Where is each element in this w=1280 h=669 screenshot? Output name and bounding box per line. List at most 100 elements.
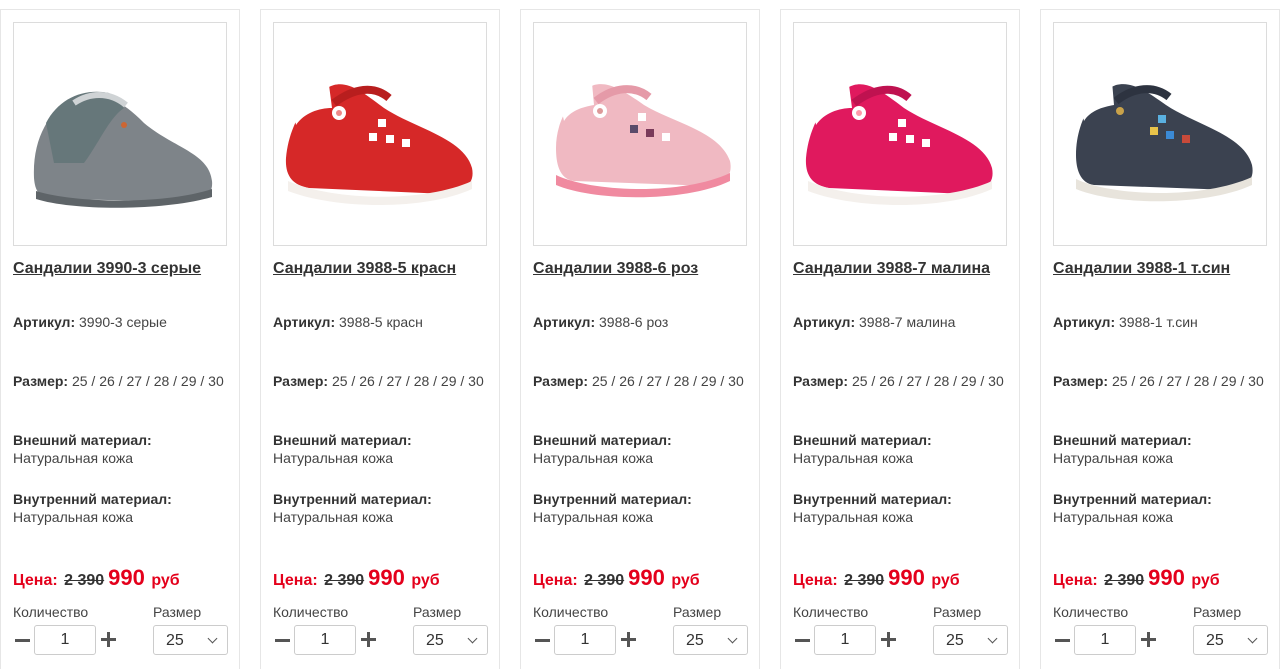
product-title-link[interactable]: Сандалии 3988-5 красн: [273, 260, 493, 278]
article-field: Артикул: 3988-6 роз: [533, 314, 669, 330]
product-card: Сандалии 3990-3 серые Артикул: 3990-3 се…: [0, 9, 240, 669]
article-field: Артикул: 3988-7 малина: [793, 314, 956, 330]
size-select[interactable]: 25: [673, 625, 748, 655]
size-select[interactable]: 25: [1193, 625, 1268, 655]
new-price: 990: [1148, 565, 1185, 590]
price: Цена: 2 390 990 руб: [273, 565, 440, 590]
quantity-input[interactable]: [34, 625, 96, 655]
navy-sandal-image[interactable]: [1053, 22, 1267, 246]
minus-icon[interactable]: [13, 630, 33, 650]
sizes-value: 25 / 26 / 27 / 28 / 29 / 30: [331, 373, 484, 389]
quantity-input[interactable]: [814, 625, 876, 655]
sizes-field: Размер: 25 / 26 / 27 / 28 / 29 / 30: [533, 373, 744, 389]
grey-sandal-image[interactable]: [13, 22, 227, 246]
minus-icon[interactable]: [1053, 630, 1073, 650]
inner-material-field: Внутренний материал: Натуральная кожа: [1053, 491, 1212, 525]
red-sandal-image[interactable]: [273, 22, 487, 246]
outer-material-field: Внешний материал: Натуральная кожа: [533, 432, 672, 466]
quantity-label: Количество: [1053, 604, 1129, 620]
quantity-label: Количество: [13, 604, 89, 620]
outer-material-field: Внешний материал: Натуральная кожа: [793, 432, 932, 466]
chevron-down-icon: [727, 633, 738, 644]
article-value: 3988-6 роз: [599, 314, 669, 330]
size-label: Размер: [413, 604, 462, 620]
product-title-link[interactable]: Сандалии 3988-6 роз: [533, 260, 753, 278]
inner-material-value: Натуральная кожа: [1053, 509, 1174, 525]
sizes-field: Размер: 25 / 26 / 27 / 28 / 29 / 30: [793, 373, 1004, 389]
size-select[interactable]: 25: [413, 625, 488, 655]
inner-material-field: Внутренний материал: Натуральная кожа: [793, 491, 952, 525]
product-title-link[interactable]: Сандалии 3988-7 малина: [793, 260, 1013, 278]
currency: руб: [151, 572, 180, 589]
quantity-input[interactable]: [554, 625, 616, 655]
inner-material-value: Натуральная кожа: [793, 509, 914, 525]
raspberry-sandal-image[interactable]: [793, 22, 1007, 246]
article-value: 3988-5 красн: [339, 314, 423, 330]
article-field: Артикул: 3988-5 красн: [273, 314, 423, 330]
outer-material-value: Натуральная кожа: [533, 450, 654, 466]
inner-material-field: Внутренний материал: Натуральная кожа: [13, 491, 172, 525]
size-select[interactable]: 25: [933, 625, 1008, 655]
new-price: 990: [368, 565, 405, 590]
product-card: Сандалии 3988-1 т.син Артикул: 3988-1 т.…: [1040, 9, 1280, 669]
pink-sandal-image[interactable]: [533, 22, 747, 246]
plus-icon[interactable]: [359, 630, 379, 650]
outer-material-value: Натуральная кожа: [273, 450, 394, 466]
currency: руб: [931, 572, 960, 589]
inner-material-value: Натуральная кожа: [273, 509, 394, 525]
outer-material-value: Натуральная кожа: [793, 450, 914, 466]
sizes-value: 25 / 26 / 27 / 28 / 29 / 30: [851, 373, 1004, 389]
plus-icon[interactable]: [99, 630, 119, 650]
size-select[interactable]: 25: [153, 625, 228, 655]
outer-material-value: Натуральная кожа: [1053, 450, 1174, 466]
plus-icon[interactable]: [619, 630, 639, 650]
quantity-label: Количество: [273, 604, 349, 620]
article-value: 3990-3 серые: [79, 314, 167, 330]
old-price: 2 390: [1104, 572, 1145, 589]
plus-icon[interactable]: [879, 630, 899, 650]
outer-material-value: Натуральная кожа: [13, 450, 134, 466]
currency: руб: [671, 572, 700, 589]
outer-material-field: Внешний материал: Натуральная кожа: [1053, 432, 1192, 466]
sizes-value: 25 / 26 / 27 / 28 / 29 / 30: [71, 373, 224, 389]
old-price: 2 390: [64, 572, 105, 589]
new-price: 990: [888, 565, 925, 590]
new-price: 990: [108, 565, 145, 590]
sizes-field: Размер: 25 / 26 / 27 / 28 / 29 / 30: [273, 373, 484, 389]
quantity-input[interactable]: [1074, 625, 1136, 655]
quantity-label: Количество: [533, 604, 609, 620]
price: Цена: 2 390 990 руб: [13, 565, 180, 590]
currency: руб: [1191, 572, 1220, 589]
article-value: 3988-1 т.син: [1119, 314, 1198, 330]
inner-material-value: Натуральная кожа: [13, 509, 134, 525]
size-label: Размер: [1193, 604, 1242, 620]
currency: руб: [411, 572, 440, 589]
inner-material-field: Внутренний материал: Натуральная кожа: [273, 491, 432, 525]
chevron-down-icon: [207, 633, 218, 644]
product-card: Сандалии 3988-5 красн Артикул: 3988-5 кр…: [260, 9, 500, 669]
new-price: 990: [628, 565, 665, 590]
size-label: Размер: [153, 604, 202, 620]
product-title-link[interactable]: Сандалии 3988-1 т.син: [1053, 260, 1273, 278]
chevron-down-icon: [1247, 633, 1258, 644]
article-value: 3988-7 малина: [859, 314, 956, 330]
minus-icon[interactable]: [273, 630, 293, 650]
sizes-value: 25 / 26 / 27 / 28 / 29 / 30: [1111, 373, 1264, 389]
price: Цена: 2 390 990 руб: [533, 565, 700, 590]
plus-icon[interactable]: [1139, 630, 1159, 650]
price: Цена: 2 390 990 руб: [1053, 565, 1220, 590]
article-field: Артикул: 3988-1 т.син: [1053, 314, 1198, 330]
inner-material-field: Внутренний материал: Натуральная кожа: [533, 491, 692, 525]
inner-material-value: Натуральная кожа: [533, 509, 654, 525]
sizes-field: Размер: 25 / 26 / 27 / 28 / 29 / 30: [1053, 373, 1264, 389]
quantity-label: Количество: [793, 604, 869, 620]
quantity-input[interactable]: [294, 625, 356, 655]
product-card: Сандалии 3988-6 роз Артикул: 3988-6 роз …: [520, 9, 760, 669]
old-price: 2 390: [584, 572, 625, 589]
article-field: Артикул: 3990-3 серые: [13, 314, 167, 330]
old-price: 2 390: [324, 572, 365, 589]
minus-icon[interactable]: [793, 630, 813, 650]
product-title-link[interactable]: Сандалии 3990-3 серые: [13, 260, 233, 278]
minus-icon[interactable]: [533, 630, 553, 650]
sizes-field: Размер: 25 / 26 / 27 / 28 / 29 / 30: [13, 373, 224, 389]
